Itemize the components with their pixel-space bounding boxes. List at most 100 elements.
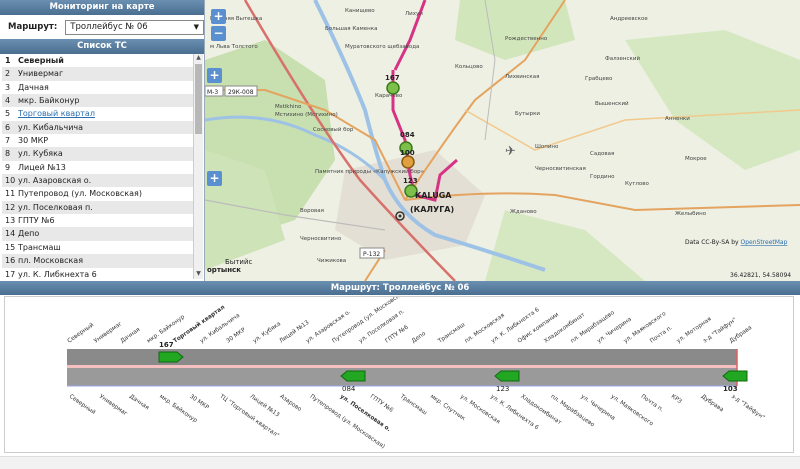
route-scheme[interactable]: Северный Универмаг Дачная мкр. Байконур Торг… (4, 288, 794, 453)
list-item[interactable]: 3 Дачная (2, 81, 193, 94)
stop-label-forward: Трансмаш (437, 322, 467, 345)
list-item[interactable]: 12 ул. Поселковая п. (2, 200, 193, 215)
stop-label-forward: Универмаг (93, 321, 123, 345)
list-item[interactable]: 11 Путепровод (ул. Московская) (2, 187, 193, 200)
list-item-number: 6 (5, 122, 11, 132)
list-item-number: 10 (5, 176, 16, 186)
stop-label-forward: пл. Мирабзацево (570, 310, 616, 345)
svg-text:Чижикова: Чижикова (317, 258, 346, 264)
zoom-in-button[interactable]: + (211, 9, 226, 24)
city-label: KALUGA (415, 191, 452, 200)
stop-label-backward: з-д "Тайфун" (730, 393, 767, 422)
list-item[interactable]: 2 Универмаг (2, 67, 193, 81)
vehicle-marker[interactable]: 167 (385, 74, 400, 95)
stop-label-forward: ул. Азаровская о. (305, 309, 352, 344)
list-item[interactable]: 17 ул. К. Либкнехта 6 (2, 268, 193, 280)
stop-label-backward: 30 МКР (188, 394, 210, 412)
stop-label-backward: КРЗ (670, 394, 683, 406)
stop-label-backward: Дачная (128, 394, 150, 412)
svg-text:Кольцово: Кольцово (455, 64, 483, 70)
list-item-name: Лицей №13 (18, 162, 66, 172)
scroll-down-icon[interactable]: ▼ (194, 270, 203, 279)
expand-panel-button[interactable]: + (207, 171, 222, 186)
list-item-name: ул. Кубяка (18, 149, 63, 159)
svg-text:Андреевское: Андреевское (610, 16, 648, 22)
svg-text:Фалзенский: Фалзенский (605, 55, 640, 62)
attribution: Data CC-By-SA by OpenStreetMap (685, 239, 788, 246)
svg-text:Вышенский: Вышенский (595, 100, 629, 107)
chevron-down-icon: ▼ (193, 23, 199, 31)
list-item-number: 7 (5, 136, 11, 146)
stop-label-forward: ул. Кубяка (252, 321, 282, 345)
vehicle-number: 123 (403, 177, 418, 185)
list-item-number: 3 (5, 82, 11, 92)
stop-label-forward: 30 МКР (226, 327, 248, 345)
stop-label-forward: Дачная (120, 327, 142, 345)
list-item-number: 13 (5, 216, 16, 226)
stop-label-backward: Дубрава (700, 394, 725, 414)
bus-number: 084 (342, 385, 356, 393)
list-item[interactable]: 4 мкр. Байконур (2, 94, 193, 108)
list-item-number: 17 (5, 269, 16, 279)
vehicle-number: 084 (400, 131, 415, 139)
list-item-number: 1 (5, 56, 11, 65)
forest-area (485, 210, 645, 281)
monitoring-panel: Мониторинг на карте Маршрут: Троллейбус … (0, 0, 205, 281)
svg-text:Кутлово: Кутлово (625, 181, 649, 187)
list-item[interactable]: 5 Торговый квартал (2, 107, 193, 120)
scroll-up-icon[interactable]: ▲ (194, 54, 203, 63)
list-scrollbar[interactable]: ▲ ▼ (193, 54, 203, 279)
bus-number: 103 (723, 385, 738, 393)
list-item-name: Универмаг (18, 69, 64, 79)
stop-label-backward: Почта п. (640, 394, 665, 414)
stop-label-forward: ул. Поселковая п. (358, 309, 406, 345)
map-view[interactable]: ✈ 167 084 100 123 Карачево Муратовского … (205, 0, 800, 281)
list-item-name: ул. Поселковая п. (18, 202, 93, 212)
forest-area (625, 30, 800, 170)
forest-area (455, 0, 575, 60)
scrollbar-thumb[interactable] (195, 64, 202, 134)
list-item[interactable]: 7 30 МКР (2, 134, 193, 147)
list-item-name: Торговый квартал (18, 109, 95, 119)
list-item-name: мкр. Байконур (18, 96, 80, 106)
zoom-out-button[interactable]: − (211, 26, 226, 41)
list-item[interactable]: 13 ГПТУ №6 (2, 214, 193, 227)
list-item[interactable]: 15 Трансмаш (2, 241, 193, 254)
list-item[interactable]: 8 ул. Кубяка (2, 147, 193, 161)
list-item-number: 14 (5, 229, 16, 239)
bus-number: 167 (159, 341, 174, 349)
road-shield-label: Р-132 (363, 251, 380, 258)
airport-icon: ✈ (505, 144, 516, 159)
coordinates-readout: 36.42821, 54.58094 (730, 272, 791, 279)
svg-text:Лихун: Лихун (405, 11, 423, 17)
list-item[interactable]: 1 Северный (2, 54, 193, 67)
list-item-name: Северный (18, 56, 64, 65)
layer-switcher-button[interactable]: + (207, 68, 222, 83)
vehicle-number: 100 (400, 149, 415, 157)
svg-text:Шопино: Шопино (535, 144, 559, 150)
svg-text:Черносвитинская: Черносвитинская (535, 166, 586, 172)
stop-label-backward: Трансмаш (398, 393, 428, 416)
map-text: Бытийс (225, 258, 253, 266)
map-canvas[interactable]: ✈ 167 084 100 123 Карачево Муратовского … (205, 0, 800, 281)
stop-label-backward: ГПТУ №6 (369, 394, 394, 414)
list-item-name: ГПТУ №6 (18, 216, 55, 226)
list-item[interactable]: 10 ул. Азаровская о. (2, 174, 193, 188)
svg-text:Черносвитино: Черносвитино (300, 236, 342, 242)
route-scheme-canvas: СеверныйУнивермагДачная мкр. БайконурТорг… (66, 288, 767, 450)
list-item[interactable]: 16 пл. Московская (2, 254, 193, 268)
list-item[interactable]: 6 ул. Кибальчича (2, 120, 193, 135)
stop-label-backward: Универмаг (98, 394, 128, 418)
list-item[interactable]: 14 Депо (2, 227, 193, 241)
svg-text:Памятник природы «Калужский бо: Памятник природы «Калужский бор» (315, 168, 424, 175)
svg-text:Мstikhino: Мstikhino (275, 104, 302, 110)
list-item-number: 5 (5, 109, 11, 119)
panel-title: Мониторинг на карте (0, 0, 204, 15)
stop-label-backward: Северный (68, 393, 97, 416)
svg-text:Муратовского щебзавода: Муратовского щебзавода (345, 44, 419, 50)
svg-text:Садовая: Садовая (590, 151, 614, 157)
route-select[interactable]: Троллейбус № 06 ▼ (65, 19, 204, 35)
horizontal-scrollbar[interactable] (0, 456, 800, 469)
list-item[interactable]: 9 Лицей №13 (2, 161, 193, 174)
stop-label-forward: Дубрава (729, 325, 754, 345)
